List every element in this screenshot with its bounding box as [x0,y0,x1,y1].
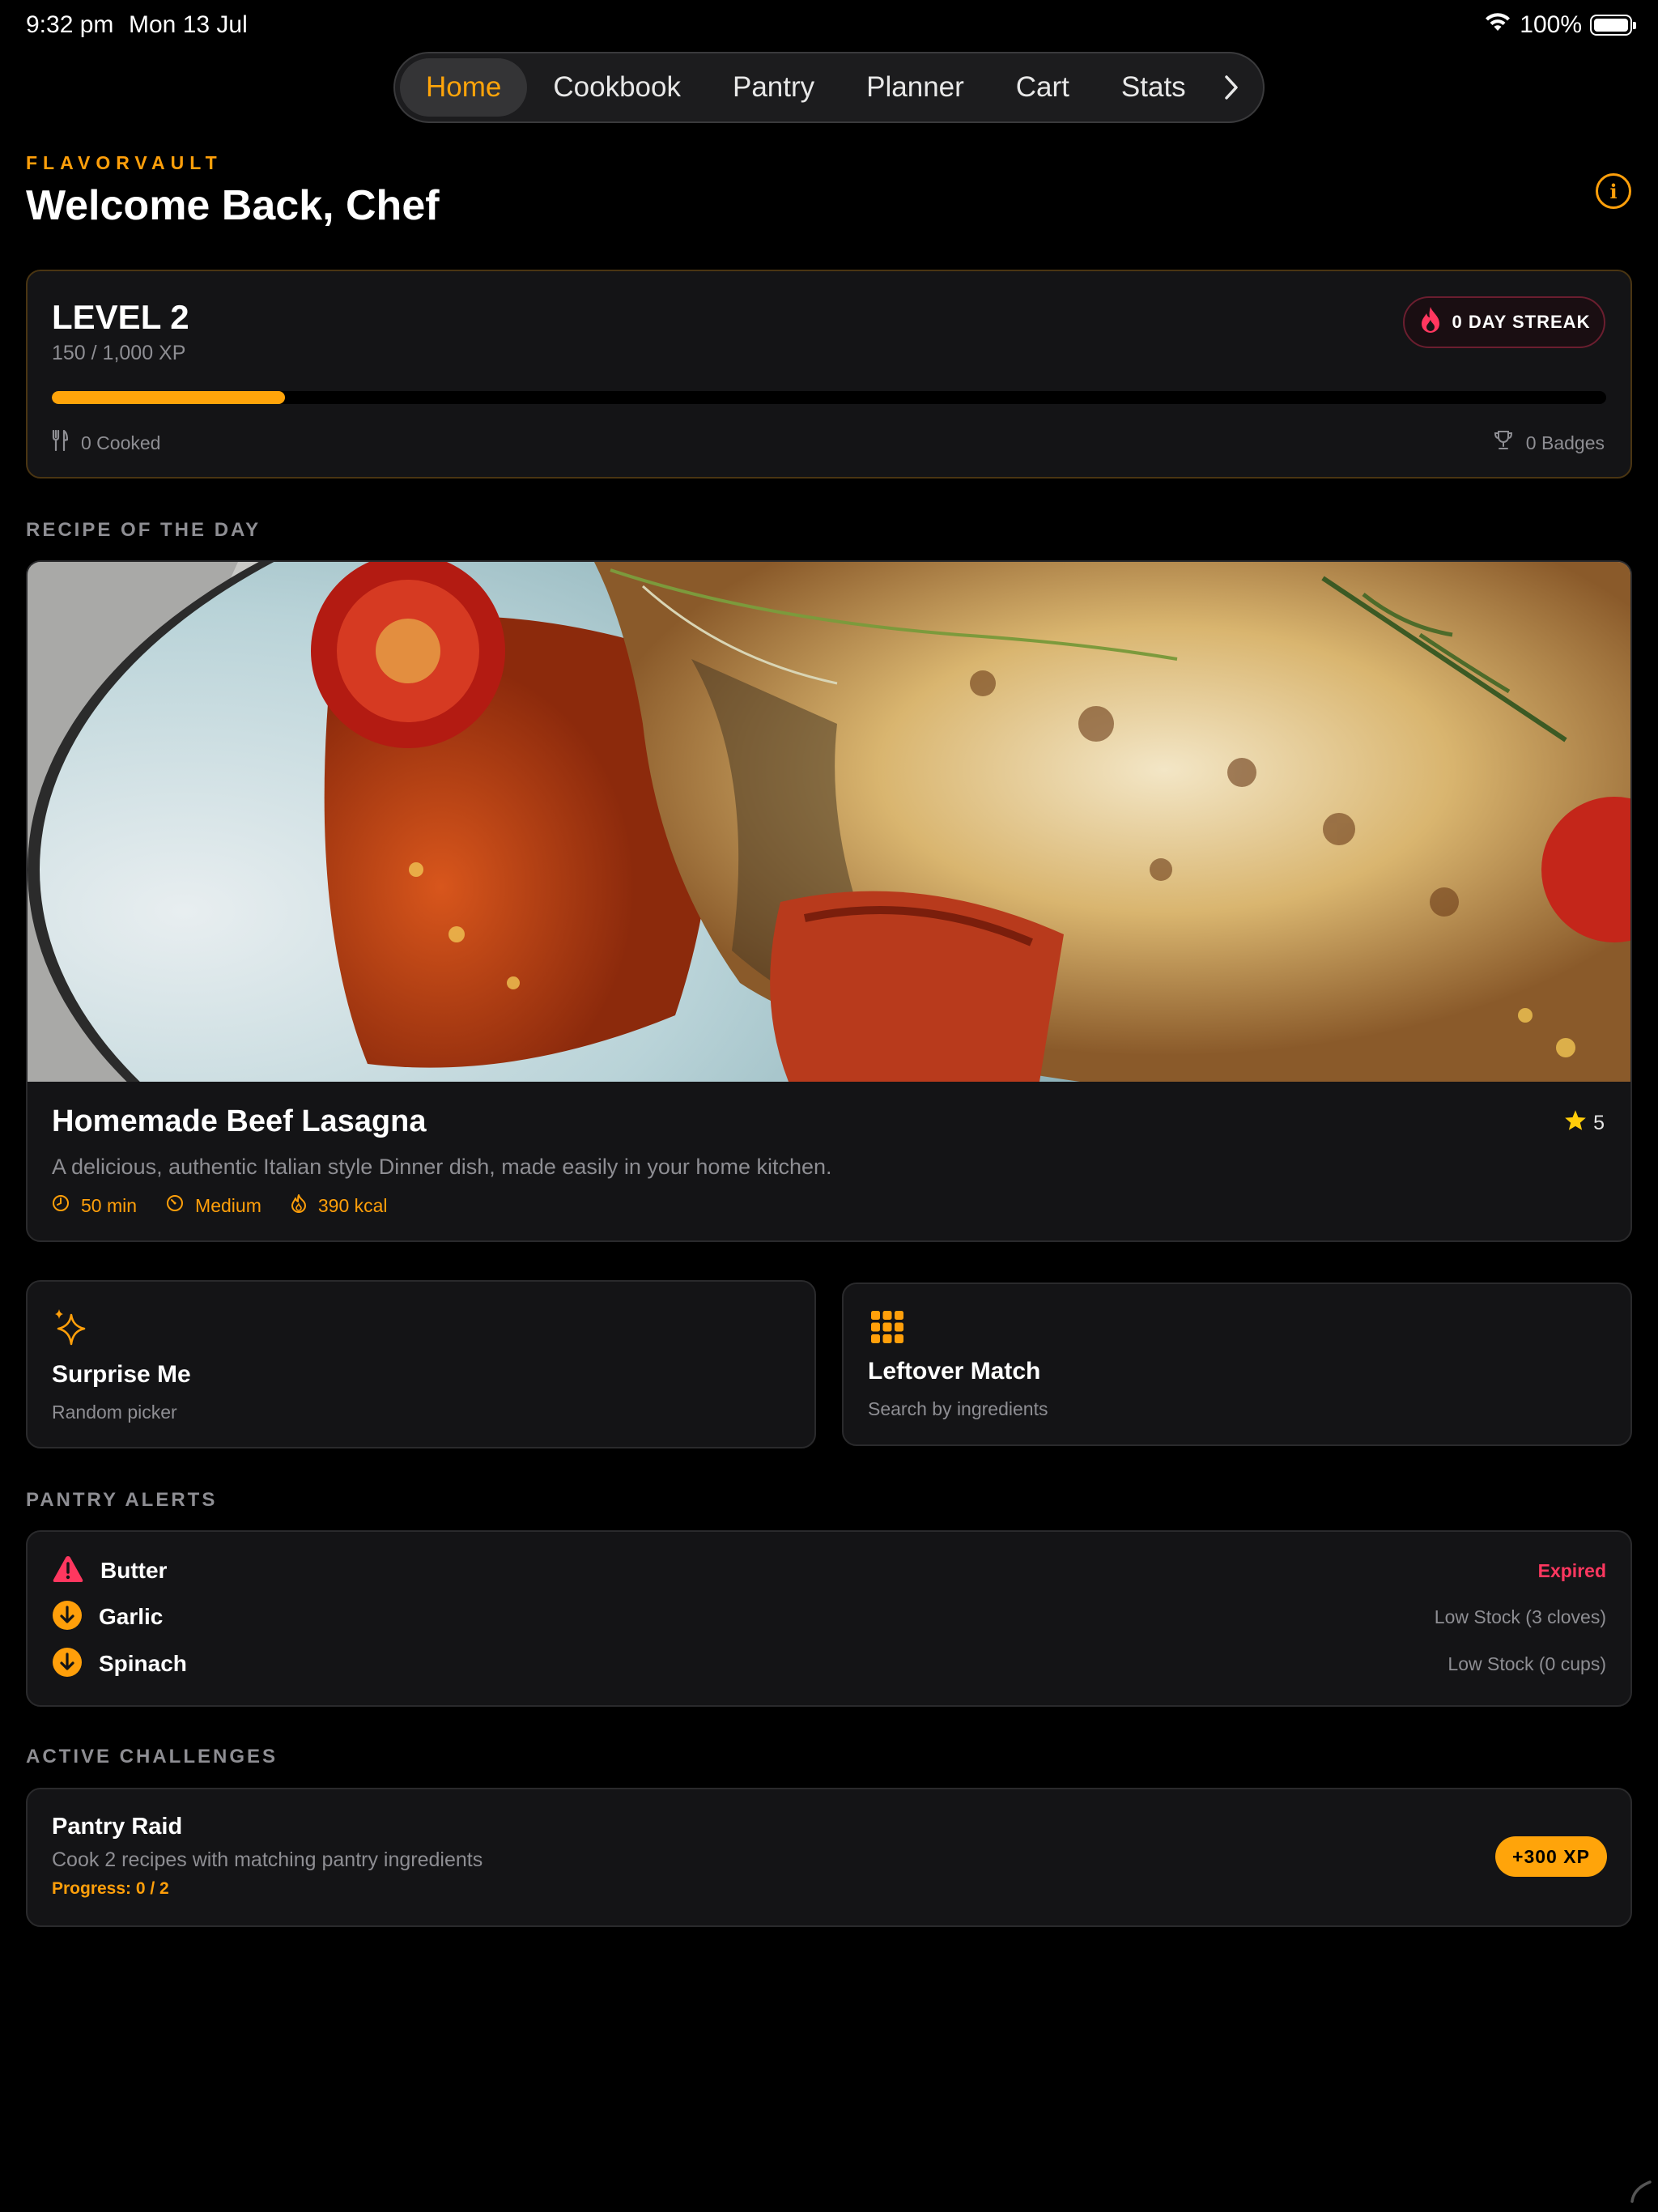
info-icon[interactable]: i [1596,173,1631,209]
leftover-match-subtitle: Search by ingredients [868,1398,1048,1419]
list-item[interactable]: Spinach Low Stock (0 cups) [52,1646,1606,1682]
tab-stats[interactable]: Stats [1095,58,1212,117]
star-icon [1564,1109,1587,1137]
alert-item-name: Garlic [99,1604,164,1629]
warning-triangle-icon [52,1555,84,1588]
wifi-icon [1484,11,1511,39]
level-xp: 150 / 1,000 XP [52,342,186,364]
challenge-title: Pantry Raid [52,1814,183,1840]
cooked-count: 0 Cooked [81,432,161,453]
alert-item-status: Expired [1537,1559,1606,1581]
level-card [26,270,1632,479]
recipe-difficulty: Medium [166,1193,261,1218]
recipe-description: A delicious, authentic Italian style Din… [52,1155,832,1179]
battery-percent: 100% [1520,11,1582,38]
arrow-down-circle-icon [52,1647,83,1682]
xp-reward-badge: +300 XP [1495,1836,1607,1877]
recipe-time: 50 min [52,1193,137,1218]
tab-cookbook[interactable]: Cookbook [527,58,707,117]
recipe-calories: 390 kcal [291,1193,388,1218]
page-title: Welcome Back, Chef [26,182,440,229]
badges-stat: 0 Badges [1494,430,1605,456]
xp-progress-fill [52,391,285,404]
status-time: 9:32 pm [26,11,114,38]
xp-progress-bar [52,391,1606,404]
surprise-me-title: Surprise Me [52,1361,191,1388]
tab-planner[interactable]: Planner [840,58,990,117]
level-title: LEVEL 2 [52,298,189,336]
recipe-meta: 50 min Medium 390 kcal [52,1193,388,1218]
grid-icon [871,1311,903,1347]
flame-icon [1418,305,1443,339]
chevron-right-icon[interactable] [1215,58,1248,117]
list-item[interactable]: Garlic Low Stock (3 cloves) [52,1599,1606,1635]
challenge-description: Cook 2 recipes with matching pantry ingr… [52,1848,483,1871]
alert-item-name: Butter [100,1558,168,1583]
tab-home[interactable]: Home [400,58,528,117]
flame-outline-icon [291,1193,307,1218]
recipe-title: Homemade Beef Lasagna [52,1104,427,1138]
gauge-icon [166,1194,184,1217]
recipe-rating: 5 [1564,1109,1605,1137]
alert-item-name: Spinach [99,1651,187,1676]
cooked-stat: 0 Cooked [52,429,161,456]
alert-item-status: Low Stock (0 cups) [1448,1653,1606,1674]
tab-cart[interactable]: Cart [990,58,1095,117]
sparkles-icon [53,1308,87,1350]
list-item[interactable]: Butter Expired [52,1553,1606,1589]
leftover-match-title: Leftover Match [868,1358,1041,1385]
battery-icon [1590,15,1636,36]
badges-count: 0 Badges [1525,432,1605,453]
section-label-recipe-of-day: RECIPE OF THE DAY [26,519,261,541]
arrow-down-circle-icon [52,1600,83,1635]
streak-label: 0 DAY STREAK [1452,312,1591,332]
recipe-difficulty-value: Medium [195,1194,261,1216]
rating-value: 5 [1593,1111,1605,1134]
tab-pantry[interactable]: Pantry [707,58,840,117]
brand-label: FLAVORVAULT [26,152,223,173]
fork-knife-icon [52,429,69,456]
trophy-icon [1494,430,1513,456]
alert-item-status: Low Stock (3 cloves) [1434,1606,1606,1627]
surprise-me-subtitle: Random picker [52,1402,177,1423]
section-label-pantry-alerts: PANTRY ALERTS [26,1489,218,1511]
streak-badge[interactable]: 0 DAY STREAK [1403,296,1605,348]
recipe-calories-value: 390 kcal [317,1194,388,1216]
recipe-image [28,562,1630,1082]
top-tab-bar: Home Cookbook Pantry Planner Cart Stats [393,52,1265,123]
recipe-of-day-card[interactable] [26,560,1632,1242]
section-label-active-challenges: ACTIVE CHALLENGES [26,1746,278,1767]
resize-handle-icon[interactable] [1629,2179,1653,2207]
status-date: Mon 13 Jul [129,11,248,38]
challenge-progress: Progress: 0 / 2 [52,1879,169,1898]
status-right-cluster: 100% [1484,11,1636,39]
recipe-time-value: 50 min [81,1194,138,1216]
clock-icon [52,1194,70,1217]
